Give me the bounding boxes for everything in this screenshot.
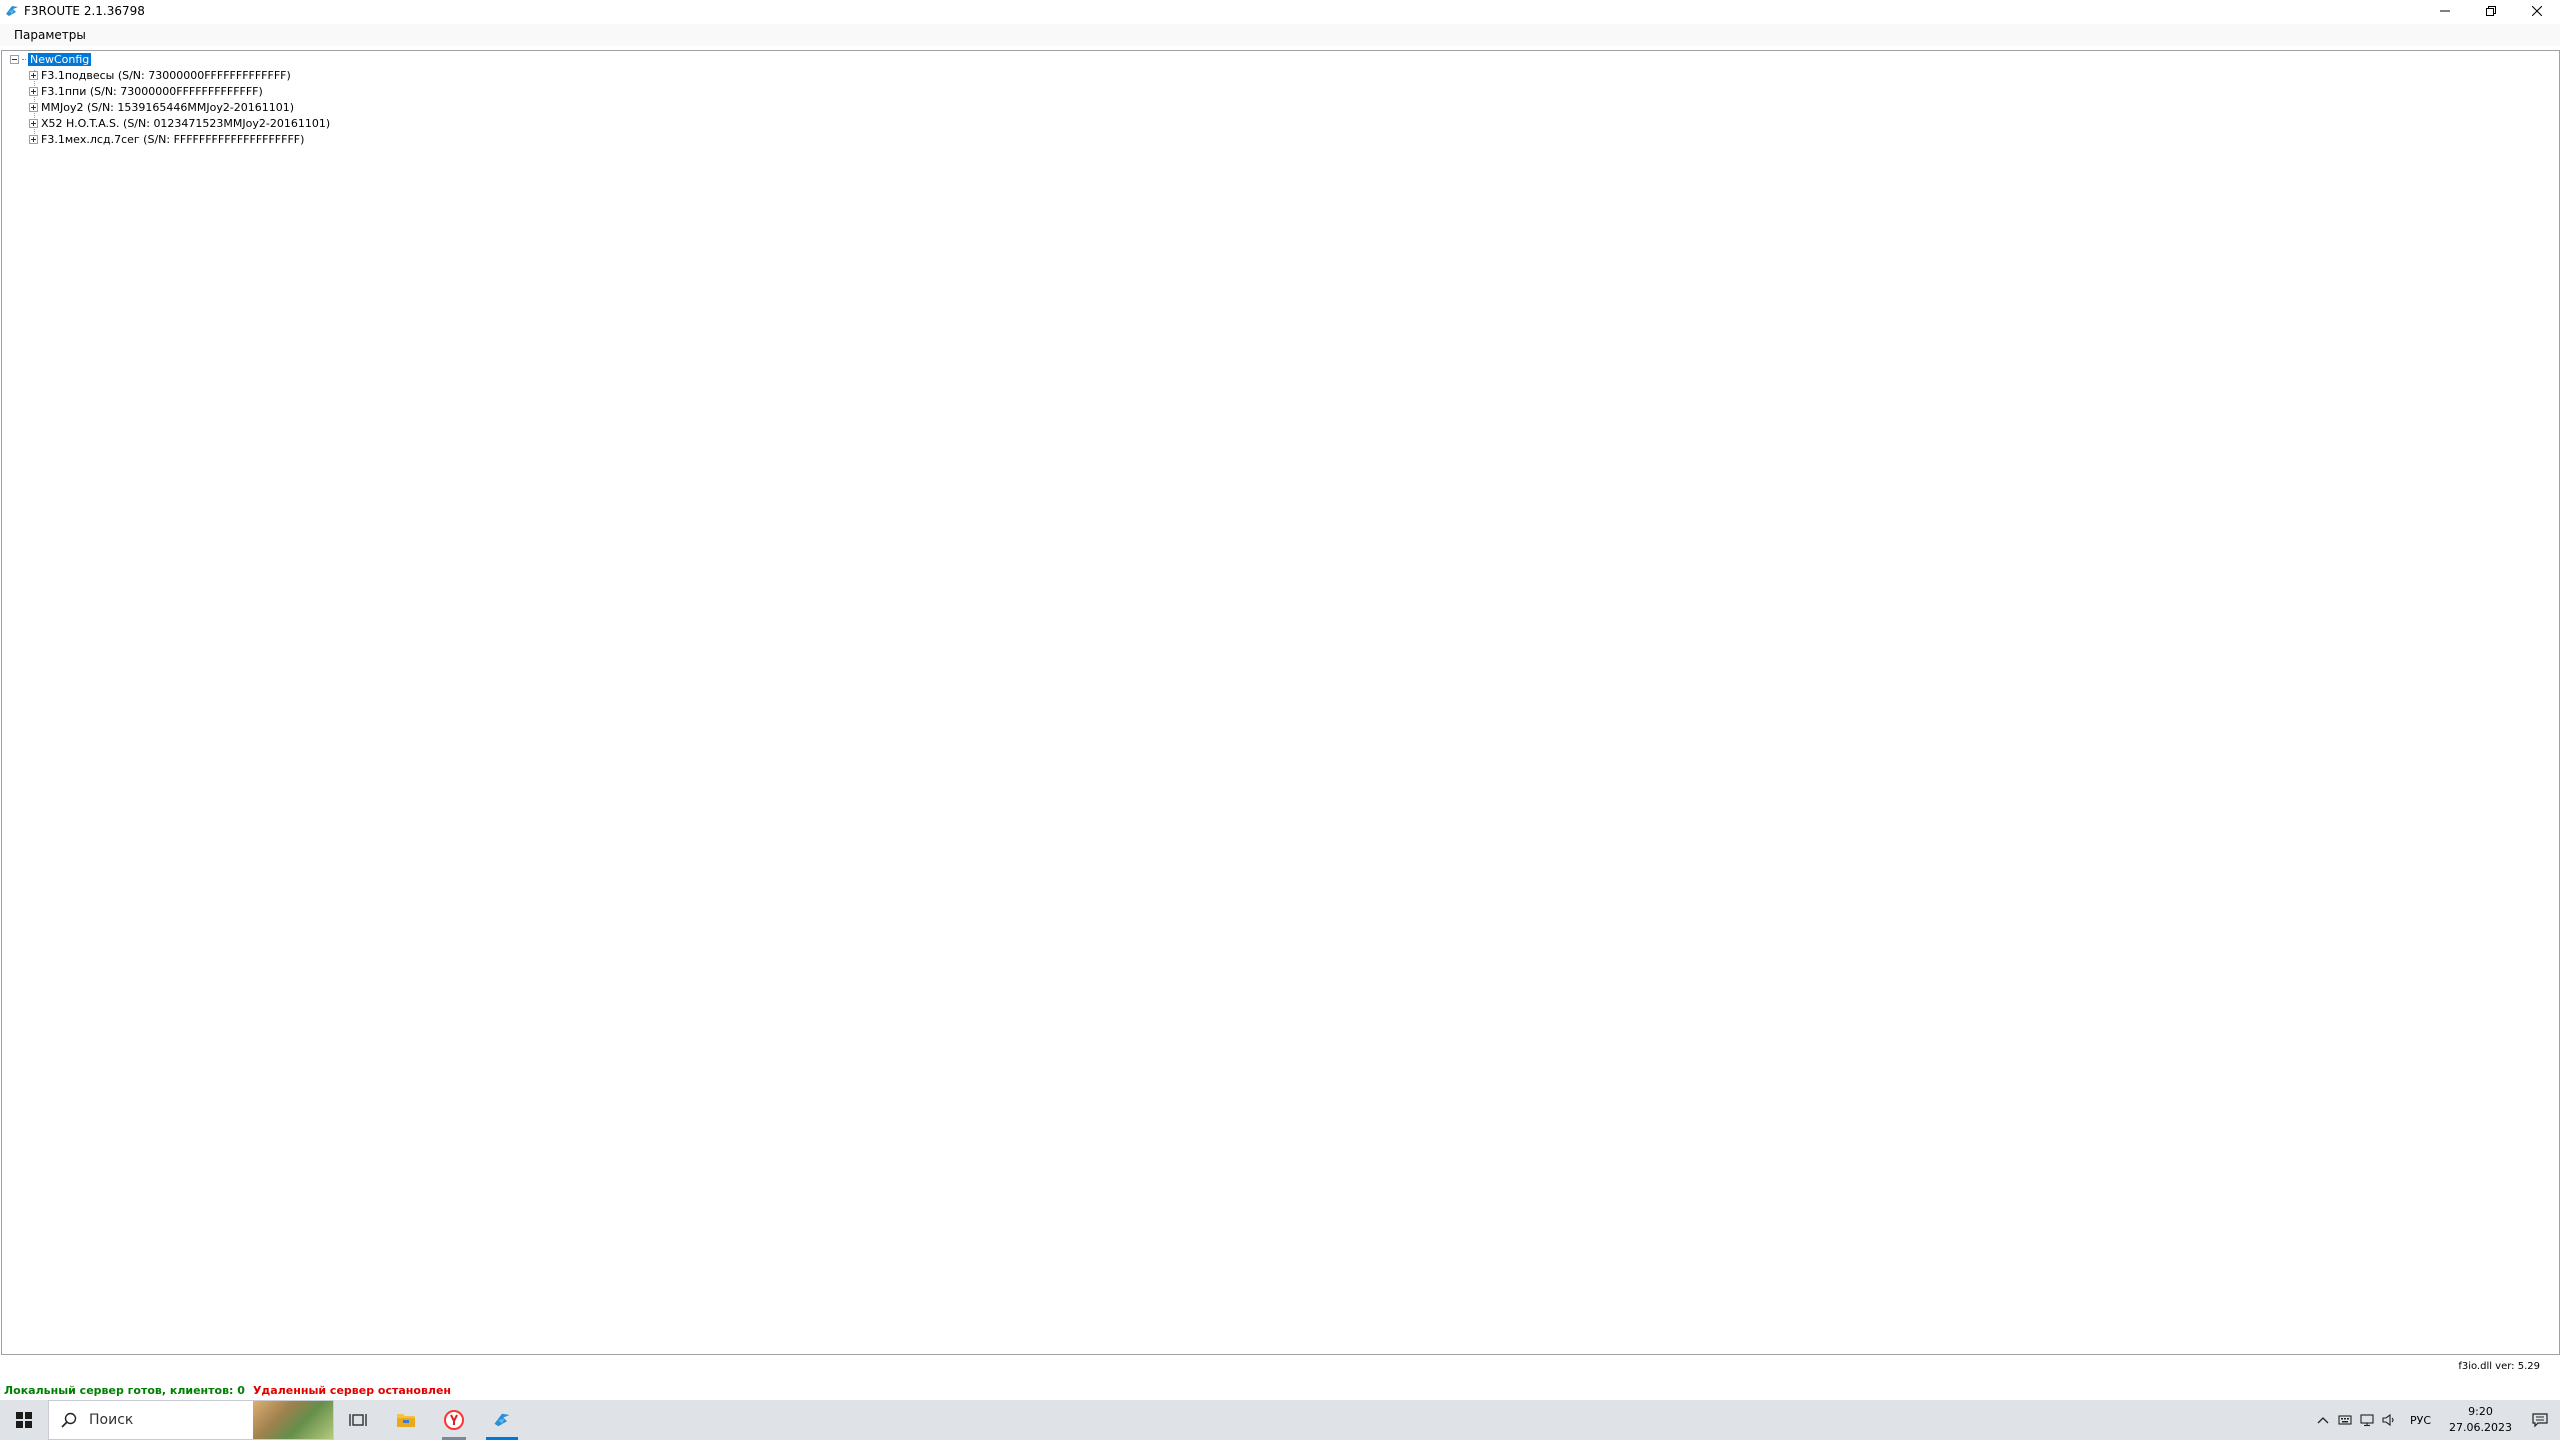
f3route-app-icon [494,1413,510,1427]
clock-date: 27.06.2023 [2449,1421,2512,1434]
task-view-button[interactable] [334,1400,382,1440]
minimize-icon [2440,10,2450,12]
close-icon [2532,6,2542,16]
tree-node-row[interactable]: MMJoy2 (S/N: 1539165446MMJoy2-20161101) [29,100,294,115]
keyboard-icon [2338,1415,2352,1425]
minimize-button[interactable] [2422,0,2468,22]
network-tray-button[interactable] [2356,1400,2378,1440]
menu-item-parameters[interactable]: Параметры [6,28,94,42]
clock-time: 9:20 [2468,1405,2493,1418]
expand-icon[interactable] [29,135,38,144]
input-language-indicator[interactable]: РУС [2410,1414,2431,1427]
tree-node-label[interactable]: F3.1ппи (S/N: 73000000FFFFFFFFFFFFF) [41,85,263,98]
expand-icon[interactable] [29,119,38,128]
tree-node-label[interactable]: X52 H.O.T.A.S. (S/N: 0123471523MMJoy2-20… [41,117,330,130]
window-controls [2422,0,2560,22]
collapse-icon[interactable] [10,55,19,64]
local-server-status: Локальный сервер готов, клиентов: 0 [4,1383,245,1397]
windows-start-icon [16,1412,32,1428]
window-title: F3ROUTE 2.1.36798 [24,4,145,18]
search-placeholder: Поиск [89,1412,134,1428]
expand-icon[interactable] [29,71,38,80]
task-view-icon [349,1414,367,1426]
tree-node-label[interactable]: MMJoy2 (S/N: 1539165446MMJoy2-20161101) [41,101,294,114]
window-titlebar: F3ROUTE 2.1.36798 [0,0,2560,22]
system-tray: РУС 9:20 27.06.2023 [2312,1400,2560,1440]
yandex-browser-icon [444,1410,464,1430]
expand-icon[interactable] [29,87,38,96]
file-explorer-button[interactable] [382,1400,430,1440]
volume-tray-button[interactable] [2378,1400,2400,1440]
f3route-app-icon [4,3,20,19]
volume-icon [2382,1413,2394,1427]
f3route-taskbar-button[interactable] [478,1400,526,1440]
tree-node-row[interactable]: F3.1подвесы (S/N: 73000000FFFFFFFFFFFFF) [29,68,291,83]
keyboard-tray-button[interactable] [2334,1400,2356,1440]
notification-center-button[interactable] [2520,1400,2560,1440]
expand-icon[interactable] [29,103,38,112]
file-explorer-icon [397,1414,415,1427]
tree-node-row[interactable]: F3.1мех.лсд.7сег (S/N: FFFFFFFFFFFFFFFFF… [29,132,304,147]
show-hidden-icons-button[interactable] [2312,1400,2334,1440]
tree-node-label[interactable]: F3.1мех.лсд.7сег (S/N: FFFFFFFFFFFFFFFFF… [41,133,304,146]
tree-node-row[interactable]: X52 H.O.T.A.S. (S/N: 0123471523MMJoy2-20… [29,116,330,131]
restore-icon [2486,6,2496,16]
tree-node-label[interactable]: F3.1подвесы (S/N: 73000000FFFFFFFFFFFFF) [41,69,291,82]
start-button[interactable] [0,1400,48,1440]
config-tree-panel[interactable] [1,50,2560,1355]
search-highlight-image [253,1401,333,1439]
tree-node-row[interactable]: F3.1ппи (S/N: 73000000FFFFFFFFFFFFF) [29,84,263,99]
menu-bar: Параметры [0,24,2560,46]
taskbar-search-box[interactable]: Поиск [48,1400,334,1440]
chevron-up-icon [2317,1417,2329,1424]
windows-taskbar: Поиск РУС 9:20 27.06.2023 [0,1400,2560,1440]
restore-button[interactable] [2468,0,2514,22]
tree-root-newconfig[interactable]: NewConfig [28,53,92,66]
search-icon [61,1412,81,1428]
notification-icon [2532,1413,2548,1428]
status-bar: Локальный сервер готов, клиентов: 0 Удал… [0,1381,2560,1399]
remote-server-status: Удаленный сервер остановлен [252,1383,452,1397]
taskbar-clock[interactable]: 9:20 27.06.2023 [2449,1404,2512,1436]
network-icon [2360,1414,2374,1427]
tree-root-row[interactable]: NewConfig [10,52,92,67]
close-button[interactable] [2514,0,2560,22]
yandex-browser-button[interactable] [430,1400,478,1440]
dll-version-label: f3io.dll ver: 5.29 [2458,1361,2540,1372]
